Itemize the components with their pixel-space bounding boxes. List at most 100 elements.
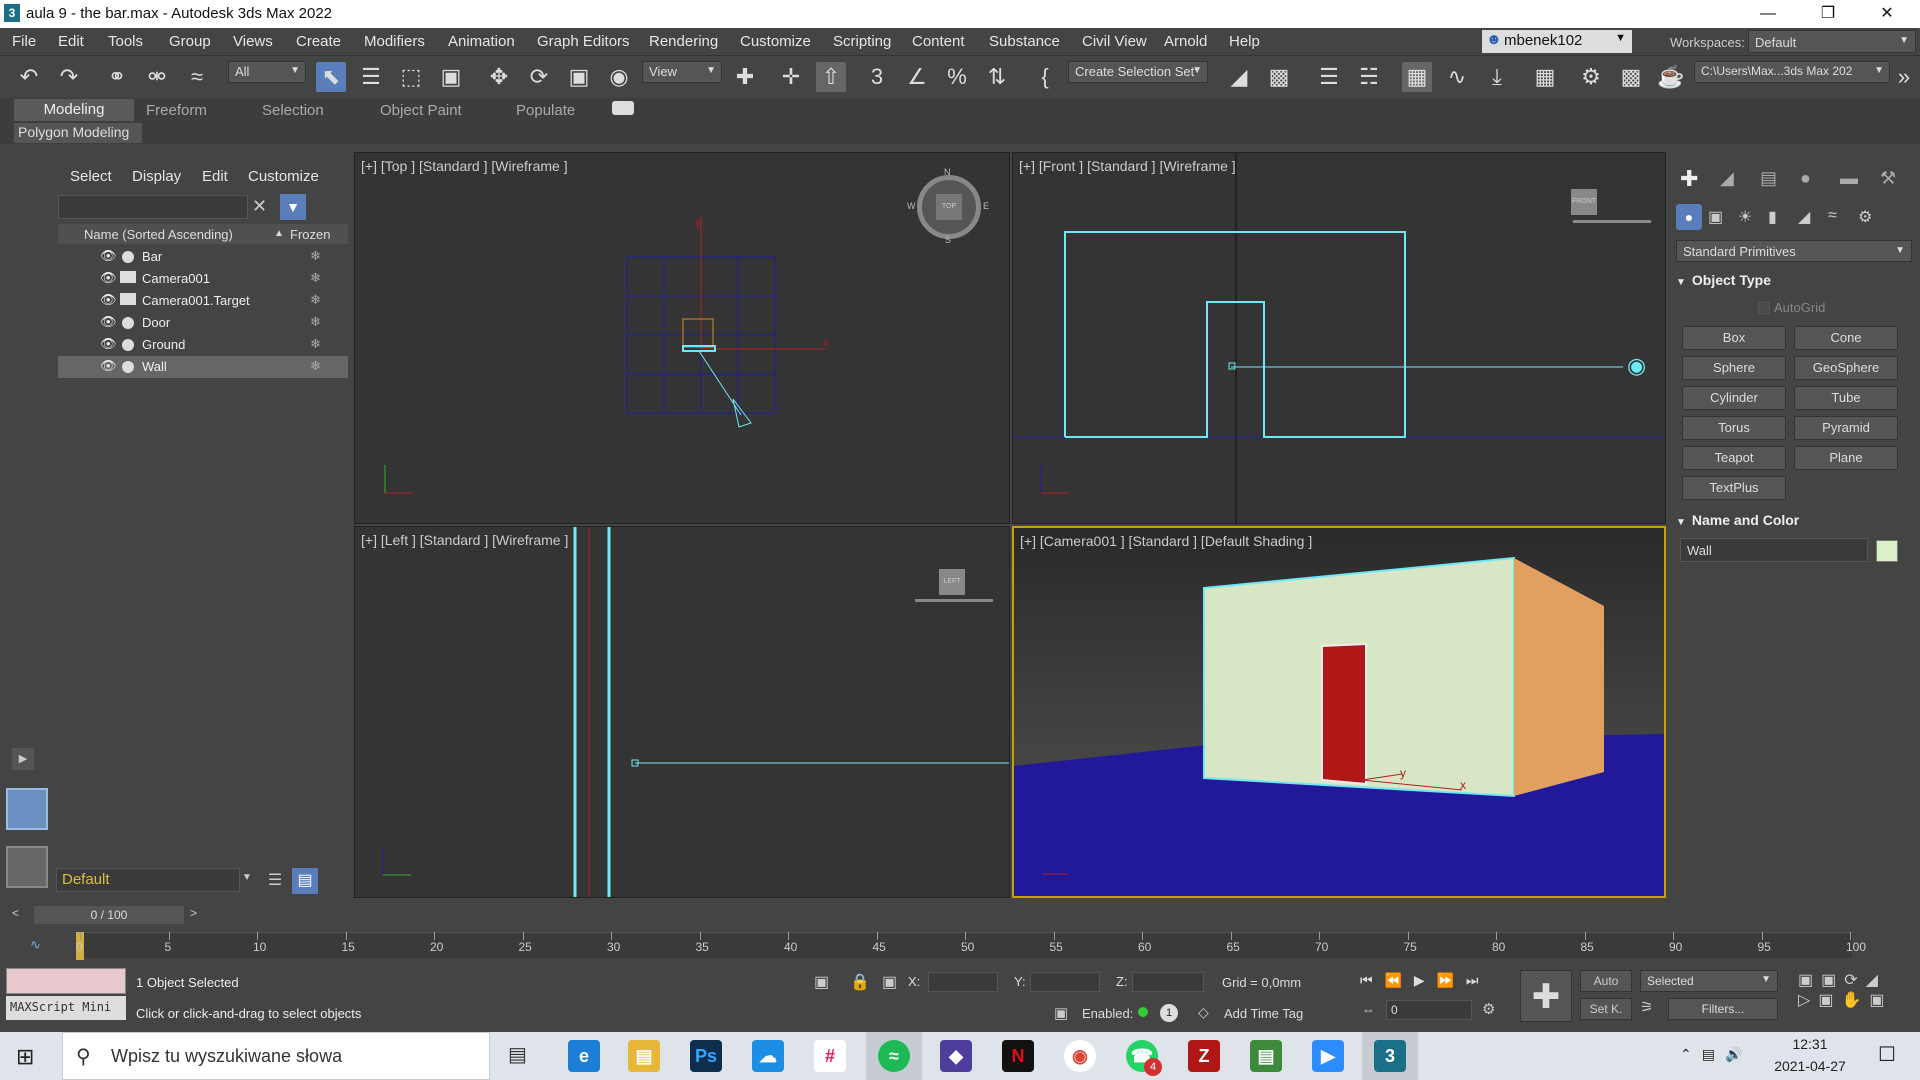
menu-help[interactable]: Help [1229, 33, 1260, 50]
field-of-view-icon[interactable]: ◢ [1866, 972, 1886, 989]
netflix-icon[interactable]: N [1002, 1040, 1034, 1072]
tab-populate[interactable]: Populate [516, 102, 575, 119]
key-mode-toggle-icon[interactable]: ⇔ [1362, 1002, 1375, 1017]
object-color-swatch[interactable] [1876, 540, 1898, 562]
visibility-eye-icon[interactable]: 👁 [100, 248, 117, 264]
scale-icon[interactable]: ▣ [564, 62, 594, 92]
key-filters-button[interactable]: Filters... [1668, 998, 1778, 1020]
viewport-camera001[interactable]: [+] [Camera001 ] [Standard ] [Default Sh… [1012, 526, 1666, 898]
scene-explorer-menu-display[interactable]: Display [132, 168, 181, 185]
enabled-count[interactable]: 1 [1160, 1004, 1178, 1022]
menu-create[interactable]: Create [296, 33, 341, 50]
viewcube-face-left[interactable]: LEFT [939, 569, 965, 595]
pivot-center-icon[interactable]: ✚ [730, 62, 760, 92]
absolute-mode-icon[interactable]: ▣ [882, 972, 897, 992]
object-name-field[interactable]: Wall [1680, 538, 1868, 562]
primitive-geosphere-button[interactable]: GeoSphere [1794, 356, 1898, 380]
primitive-plane-button[interactable]: Plane [1794, 446, 1898, 470]
menu-content[interactable]: Content [912, 33, 965, 50]
visibility-eye-icon[interactable]: 👁 [100, 314, 117, 330]
toolbar-overflow-icon[interactable]: » [1892, 62, 1916, 92]
y-coordinate-field[interactable] [1030, 972, 1100, 992]
primitive-sphere-button[interactable]: Sphere [1682, 356, 1786, 380]
move-icon[interactable]: ✥ [484, 62, 514, 92]
edit-named-selection-icon[interactable]: { [1030, 62, 1060, 92]
menu-graph-editors[interactable]: Graph Editors [537, 33, 630, 50]
filezilla-icon[interactable]: Z [1188, 1040, 1220, 1072]
minimize-button[interactable]: — [1745, 0, 1791, 28]
zoom-all-icon[interactable]: ▣ [1821, 972, 1844, 989]
freeze-toggle-icon[interactable]: ❄ [310, 336, 321, 352]
space-warps-category-icon[interactable]: ≈ [1828, 207, 1837, 225]
freeze-toggle-icon[interactable]: ❄ [310, 270, 321, 286]
systems-category-icon[interactable]: ⚙ [1858, 207, 1872, 227]
menu-civil-view[interactable]: Civil View [1082, 33, 1147, 50]
menu-animation[interactable]: Animation [448, 33, 515, 50]
isolate-selection-icon[interactable]: ▣ [814, 972, 829, 992]
device-icon[interactable]: ▤ [1702, 1046, 1725, 1062]
menu-views[interactable]: Views [233, 33, 273, 50]
named-selection-sets-dropdown[interactable]: Create Selection Set ▼ [1068, 61, 1208, 83]
maxscript-mini-field[interactable]: MAXScript Mini [6, 996, 126, 1020]
menu-modifiers[interactable]: Modifiers [364, 33, 425, 50]
create-tab-icon[interactable]: ✚ [1680, 166, 1698, 192]
slack-icon[interactable]: # [814, 1040, 846, 1072]
previous-frame-icon[interactable]: < [12, 906, 30, 924]
select-by-name-icon[interactable]: ☰ [356, 62, 386, 92]
freeze-toggle-icon[interactable]: ❄ [310, 314, 321, 330]
column-frozen-header[interactable]: Frozen [290, 227, 330, 242]
rectangular-selection-icon[interactable]: ⬚ [396, 62, 426, 92]
previous-key-icon[interactable]: ⏪ [1385, 972, 1406, 988]
time-configuration-icon[interactable]: ⚙ [1482, 1000, 1495, 1018]
z-coordinate-field[interactable] [1132, 972, 1204, 992]
viewport-layout-icon[interactable] [6, 788, 48, 830]
freeze-toggle-icon[interactable]: ❄ [310, 358, 321, 374]
user-account-dropdown[interactable]: ☻ mbenek102 ▼ [1482, 30, 1632, 53]
orbit-icon[interactable]: ⟳ [1844, 972, 1865, 989]
scene-item-camera001-target[interactable]: 👁 Camera001.Target ❄ [58, 290, 348, 312]
schematic-view-icon[interactable]: ⤓ [1482, 62, 1512, 92]
utilities-tab-icon[interactable]: ⚒ [1880, 168, 1896, 189]
scene-explorer-menu-edit[interactable]: Edit [202, 168, 228, 185]
set-key-button[interactable]: Set K. [1580, 998, 1632, 1020]
cameras-category-icon[interactable]: ▮ [1768, 207, 1777, 227]
shapes-category-icon[interactable]: ▣ [1708, 207, 1723, 227]
menu-substance[interactable]: Substance [989, 33, 1060, 50]
clock-time[interactable]: 12:31 [1770, 1036, 1850, 1052]
select-manipulate-icon[interactable]: ✛ [776, 62, 806, 92]
viewport-label[interactable]: [+] [Camera001 ] [Standard ] [Default Sh… [1020, 533, 1312, 549]
ribbon-panel-polygon-modeling[interactable]: Polygon Modeling [14, 123, 142, 143]
scene-item-bar[interactable]: 👁 Bar ❄ [58, 246, 348, 268]
app-diamond-icon[interactable]: ◆ [940, 1040, 972, 1072]
layer-manager-icon[interactable]: ☰ [262, 868, 288, 894]
filter-icon[interactable]: ▼ [280, 194, 306, 220]
primitive-cone-button[interactable]: Cone [1794, 326, 1898, 350]
scene-item-camera001[interactable]: 👁 Camera001 ❄ [58, 268, 348, 290]
column-name-header[interactable]: Name (Sorted Ascending) [84, 227, 233, 242]
maximize-viewport-icon[interactable]: ▣ [1869, 992, 1892, 1009]
rotate-icon[interactable]: ⟳ [524, 62, 554, 92]
clock-date[interactable]: 2021-04-27 [1766, 1058, 1854, 1074]
curve-editor-mini-icon[interactable]: ∿ [30, 937, 41, 953]
scene-item-door[interactable]: 👁 Door ❄ [58, 312, 348, 334]
adaptive-degradation-icon[interactable]: ▣ [1054, 1004, 1068, 1022]
tab-modeling[interactable]: Modeling [14, 99, 134, 121]
selection-lock-icon[interactable]: 🔒 [850, 972, 870, 992]
viewport-left[interactable]: [+] [Left ] [Standard ] [Wireframe ] LEF… [354, 526, 1010, 898]
hierarchy-tab-icon[interactable]: ▤ [1760, 168, 1777, 189]
viewcube-face-front[interactable]: FRONT [1571, 189, 1597, 215]
viewport-top[interactable]: [+] [Top ] [Standard ] [Wireframe ] TOP … [354, 152, 1010, 524]
angle-snap-icon[interactable]: ∠ [902, 62, 932, 92]
close-button[interactable]: ✕ [1864, 0, 1910, 28]
rollout-name-and-color[interactable]: ▼ Name and Color [1676, 512, 1908, 534]
visibility-eye-icon[interactable]: 👁 [100, 270, 117, 286]
clear-search-icon[interactable]: ✕ [252, 196, 267, 217]
onedrive-icon[interactable]: ☁ [752, 1040, 784, 1072]
time-slider[interactable]: 0 / 100 [34, 906, 184, 924]
add-time-tag[interactable]: Add Time Tag [1224, 1006, 1303, 1021]
unlink-icon[interactable]: ⚮ [142, 62, 172, 92]
tab-object-paint[interactable]: Object Paint [380, 102, 462, 119]
key-tangent-icon[interactable]: ⚞ [1640, 998, 1662, 1020]
render-production-icon[interactable]: ☕ [1656, 62, 1686, 92]
visibility-eye-icon[interactable]: 👁 [100, 292, 117, 308]
